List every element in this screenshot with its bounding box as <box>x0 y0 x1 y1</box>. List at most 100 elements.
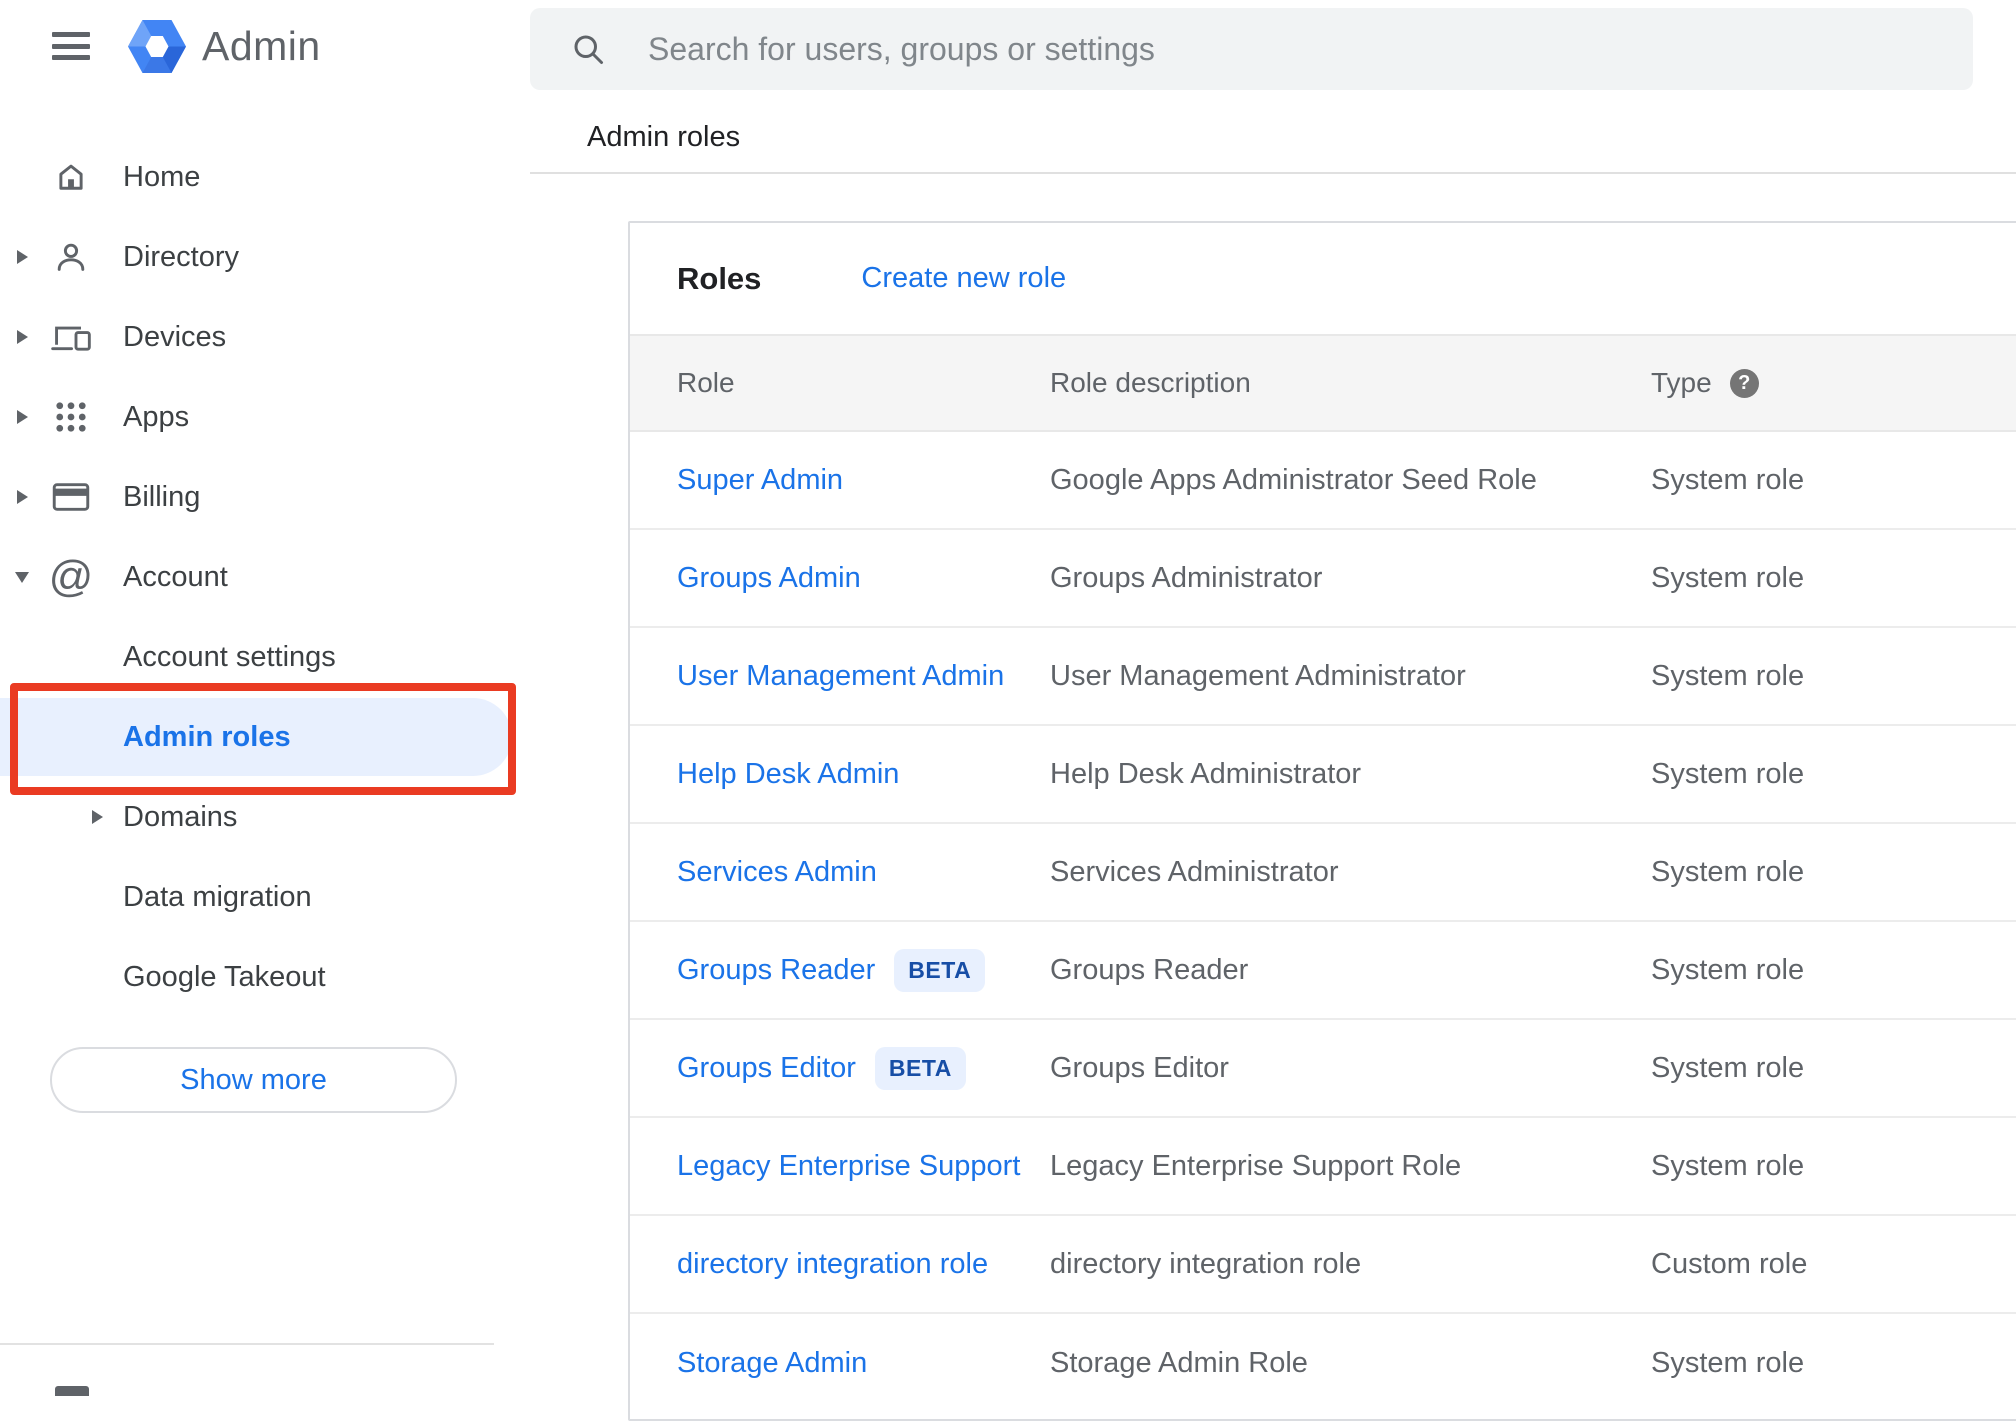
sidebar-item-home[interactable]: Home <box>0 137 530 217</box>
role-cell: Storage Admin BETA <box>677 1347 1050 1380</box>
create-new-role-link[interactable]: Create new role <box>861 262 1066 295</box>
table-row: Services Admin BETA Services Administrat… <box>630 824 2016 922</box>
card-icon <box>48 474 94 520</box>
sidebar-item-label: Account <box>123 560 228 593</box>
expand-caret-icon[interactable] <box>0 410 44 424</box>
role-link[interactable]: Groups Editor <box>677 1052 856 1085</box>
sidebar-item-label: Account settings <box>123 640 336 673</box>
sidebar-item-label: Devices <box>123 320 227 353</box>
roles-table-body: Super Admin BETA Google Apps Administrat… <box>630 432 2016 1412</box>
roles-card: Roles Create new role Role Role descript… <box>628 221 2016 1421</box>
role-type: Custom role <box>1651 1247 1808 1280</box>
brand-row: Admin <box>0 0 321 92</box>
sidebar-item-account-settings[interactable]: Account settings <box>0 617 530 697</box>
role-description: Groups Administrator <box>1050 561 1323 594</box>
help-icon[interactable]: ? <box>1729 368 1759 398</box>
admin-console-page: { "brand": { "product_name": "Admin" }, … <box>0 0 2016 1421</box>
role-link[interactable]: Storage Admin <box>677 1347 867 1380</box>
role-description: Help Desk Administrator <box>1050 757 1362 790</box>
show-more-button[interactable]: Show more <box>50 1047 457 1113</box>
expand-caret-icon[interactable] <box>0 490 44 504</box>
table-row: Super Admin BETA Google Apps Administrat… <box>630 432 2016 530</box>
sidebar-nav: Home Directory Devices Apps Billing @ Ac… <box>0 137 530 1017</box>
role-cell: Help Desk Admin BETA <box>677 758 1050 791</box>
sidebar-item-admin-roles[interactable]: Admin roles <box>0 697 530 777</box>
role-cell: Super Admin BETA <box>677 464 1050 497</box>
role-type: System role <box>1651 659 1805 692</box>
role-type: System role <box>1651 757 1805 790</box>
role-type: System role <box>1651 953 1805 986</box>
role-link[interactable]: Legacy Enterprise Support <box>677 1150 1020 1183</box>
hamburger-menu-icon[interactable] <box>52 32 90 60</box>
expand-caret-icon[interactable] <box>0 330 44 344</box>
role-type: System role <box>1651 1346 1805 1379</box>
sidebar: Admin Home Directory Devices Apps Billin… <box>0 0 530 1396</box>
at-icon: @ <box>48 552 94 601</box>
table-row: directory integration role BETA director… <box>630 1216 2016 1314</box>
sidebar-item-google-takeout[interactable]: Google Takeout <box>0 937 530 1017</box>
sidebar-item-account[interactable]: @ Account <box>0 537 530 617</box>
table-row: Groups Admin BETA Groups Administrator S… <box>630 530 2016 628</box>
role-link[interactable]: Help Desk Admin <box>677 758 899 791</box>
table-row: Storage Admin BETA Storage Admin Role Sy… <box>630 1314 2016 1412</box>
sidebar-item-label: Google Takeout <box>123 960 326 993</box>
header-divider <box>530 172 2016 174</box>
search-bar[interactable] <box>530 8 1973 90</box>
role-type: System role <box>1651 561 1805 594</box>
expand-caret-icon[interactable] <box>92 777 103 857</box>
column-header-type: Type ? <box>1651 367 2016 399</box>
role-description: User Management Administrator <box>1050 659 1466 692</box>
sidebar-item-billing[interactable]: Billing <box>0 457 530 537</box>
role-cell: Services Admin BETA <box>677 856 1050 889</box>
role-description: directory integration role <box>1050 1247 1362 1280</box>
role-link[interactable]: Groups Reader <box>677 954 875 987</box>
role-description: Legacy Enterprise Support Role <box>1050 1149 1462 1182</box>
beta-badge: BETA <box>894 948 986 992</box>
breadcrumb: Admin roles <box>587 121 741 153</box>
role-description: Groups Editor <box>1050 1051 1229 1084</box>
column-header-role: Role <box>677 367 735 398</box>
role-description: Groups Reader <box>1050 953 1249 986</box>
sidebar-item-label: Home <box>123 160 201 193</box>
sidebar-item-domains[interactable]: Domains <box>0 777 530 857</box>
sidebar-item-label: Apps <box>123 400 190 433</box>
role-type: System role <box>1651 463 1805 496</box>
role-description: Google Apps Administrator Seed Role <box>1050 463 1537 496</box>
expand-caret-icon[interactable] <box>0 571 44 583</box>
search-icon <box>574 35 603 64</box>
sidebar-item-data-migration[interactable]: Data migration <box>0 857 530 937</box>
role-link[interactable]: User Management Admin <box>677 660 1004 693</box>
apps-grid-icon <box>48 394 94 440</box>
table-header-row: Role Role description Type ? <box>630 334 2016 432</box>
role-link[interactable]: Super Admin <box>677 464 843 497</box>
role-link[interactable]: Groups Admin <box>677 562 861 595</box>
cutoff-nav-icon <box>55 1386 89 1396</box>
sidebar-item-directory[interactable]: Directory <box>0 217 530 297</box>
home-icon <box>48 154 94 200</box>
role-cell: Groups Editor BETA <box>677 1046 1050 1090</box>
role-link[interactable]: Services Admin <box>677 856 877 889</box>
sidebar-item-apps[interactable]: Apps <box>0 377 530 457</box>
sidebar-item-devices[interactable]: Devices <box>0 297 530 377</box>
devices-icon <box>48 314 94 360</box>
sidebar-divider <box>0 1343 494 1345</box>
sidebar-item-label: Billing <box>123 480 201 513</box>
column-header-description: Role description <box>1050 367 1251 398</box>
roles-card-header: Roles Create new role <box>630 223 2016 334</box>
role-cell: Groups Reader BETA <box>677 948 1050 992</box>
role-description: Storage Admin Role <box>1050 1346 1308 1379</box>
search-input[interactable] <box>646 29 1973 69</box>
table-row: Groups Editor BETA Groups Editor System … <box>630 1020 2016 1118</box>
expand-caret-icon[interactable] <box>0 250 44 264</box>
beta-badge: BETA <box>874 1046 966 1090</box>
role-cell: directory integration role BETA <box>677 1248 1050 1281</box>
role-link[interactable]: directory integration role <box>677 1248 988 1281</box>
role-cell: User Management Admin BETA <box>677 660 1050 693</box>
role-description: Services Administrator <box>1050 855 1339 888</box>
role-type: System role <box>1651 1051 1805 1084</box>
sidebar-item-label: Domains <box>123 800 238 833</box>
role-type: System role <box>1651 855 1805 888</box>
table-row: Help Desk Admin BETA Help Desk Administr… <box>630 726 2016 824</box>
table-row: Legacy Enterprise Support BETA Legacy En… <box>630 1118 2016 1216</box>
role-cell: Groups Admin BETA <box>677 562 1050 595</box>
